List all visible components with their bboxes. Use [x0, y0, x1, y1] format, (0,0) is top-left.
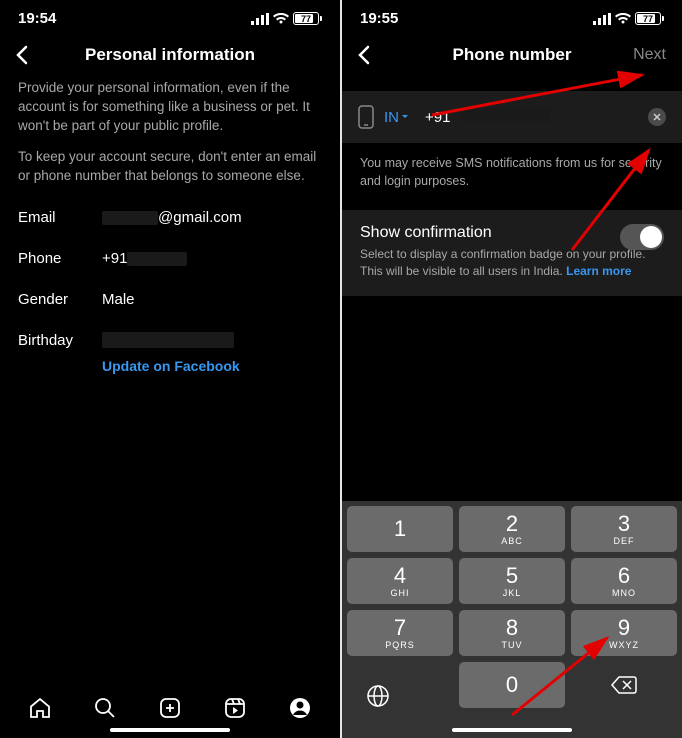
- phone-number-value: [460, 108, 638, 127]
- next-button[interactable]: Next: [633, 46, 666, 64]
- gender-label: Gender: [18, 291, 102, 308]
- close-icon: [653, 113, 661, 121]
- phone-value: +91: [102, 250, 187, 267]
- create-icon[interactable]: [158, 696, 182, 720]
- page-title: Personal information: [85, 45, 255, 65]
- learn-more-link[interactable]: Learn more: [566, 264, 631, 278]
- gender-row[interactable]: Gender Male: [0, 279, 340, 320]
- confirmation-section: Show confirmation Select to display a co…: [342, 210, 682, 296]
- wifi-icon: [615, 13, 631, 25]
- info-text-2: To keep your account secure, don't enter…: [0, 148, 340, 198]
- battery-icon: 77: [293, 12, 322, 25]
- nav-header: Personal information: [0, 35, 340, 79]
- search-icon[interactable]: [93, 696, 117, 720]
- confirmation-desc: Select to display a confirmation badge o…: [360, 246, 664, 280]
- phone-input-row[interactable]: IN +91: [342, 91, 682, 143]
- key-0[interactable]: 0: [459, 662, 565, 708]
- key-backspace[interactable]: [571, 662, 677, 708]
- key-4[interactable]: 4GHI: [347, 558, 453, 604]
- bottom-tab-bar: [0, 684, 340, 738]
- info-text-1: Provide your personal information, even …: [0, 79, 340, 148]
- country-selector[interactable]: IN: [384, 109, 409, 126]
- key-8[interactable]: 8TUV: [459, 610, 565, 656]
- home-icon[interactable]: [28, 696, 52, 720]
- reels-icon[interactable]: [223, 696, 247, 720]
- status-icons: 77: [251, 12, 322, 25]
- status-time: 19:55: [360, 10, 398, 27]
- signal-icon: [251, 13, 269, 25]
- phone-row[interactable]: Phone +91: [0, 238, 340, 279]
- phone-icon: [358, 105, 374, 129]
- signal-icon: [593, 13, 611, 25]
- key-3[interactable]: 3DEF: [571, 506, 677, 552]
- wifi-icon: [273, 13, 289, 25]
- confirmation-toggle[interactable]: [620, 224, 664, 250]
- key-2[interactable]: 2ABC: [459, 506, 565, 552]
- sms-disclaimer: You may receive SMS notifications from u…: [342, 143, 682, 210]
- clear-button[interactable]: [648, 108, 666, 126]
- page-title: Phone number: [452, 45, 571, 65]
- key-6[interactable]: 6MNO: [571, 558, 677, 604]
- confirmation-title: Show confirmation: [360, 224, 664, 242]
- status-time: 19:54: [18, 10, 56, 27]
- key-5[interactable]: 5JKL: [459, 558, 565, 604]
- birthday-row[interactable]: Birthday Update on Facebook: [0, 320, 340, 386]
- update-facebook-link[interactable]: Update on Facebook: [102, 358, 240, 374]
- birthday-label: Birthday: [18, 332, 102, 349]
- email-value: @gmail.com: [102, 209, 242, 226]
- numeric-keyboard: 1 2ABC 3DEF 4GHI 5JKL 6MNO 7PQRS 8TUV 9W…: [342, 501, 682, 738]
- chevron-down-icon: [401, 114, 409, 120]
- status-icons: 77: [593, 12, 664, 25]
- email-label: Email: [18, 209, 102, 226]
- toggle-knob: [640, 226, 662, 248]
- gender-value: Male: [102, 291, 135, 308]
- home-indicator[interactable]: [452, 728, 572, 732]
- birthday-value: Update on Facebook: [102, 332, 240, 374]
- phone-label: Phone: [18, 250, 102, 267]
- key-1[interactable]: 1: [347, 506, 453, 552]
- email-row[interactable]: Email @gmail.com: [0, 197, 340, 238]
- phone-left: 19:54 77 Personal information Provide yo…: [0, 0, 340, 738]
- status-bar: 19:54 77: [0, 0, 340, 35]
- nav-header: Phone number Next: [342, 35, 682, 79]
- profile-icon[interactable]: [288, 696, 312, 720]
- key-9[interactable]: 9WXYZ: [571, 610, 677, 656]
- phone-prefix: +91: [425, 109, 450, 126]
- status-bar: 19:55 77: [342, 0, 682, 35]
- back-button[interactable]: [358, 45, 370, 65]
- globe-icon[interactable]: [366, 684, 390, 708]
- key-blank: [347, 662, 453, 708]
- phone-right: 19:55 77 Phone number Next IN: [342, 0, 682, 738]
- backspace-icon: [611, 676, 637, 694]
- key-7[interactable]: 7PQRS: [347, 610, 453, 656]
- home-indicator[interactable]: [110, 728, 230, 732]
- battery-icon: 77: [635, 12, 664, 25]
- back-button[interactable]: [16, 45, 28, 65]
